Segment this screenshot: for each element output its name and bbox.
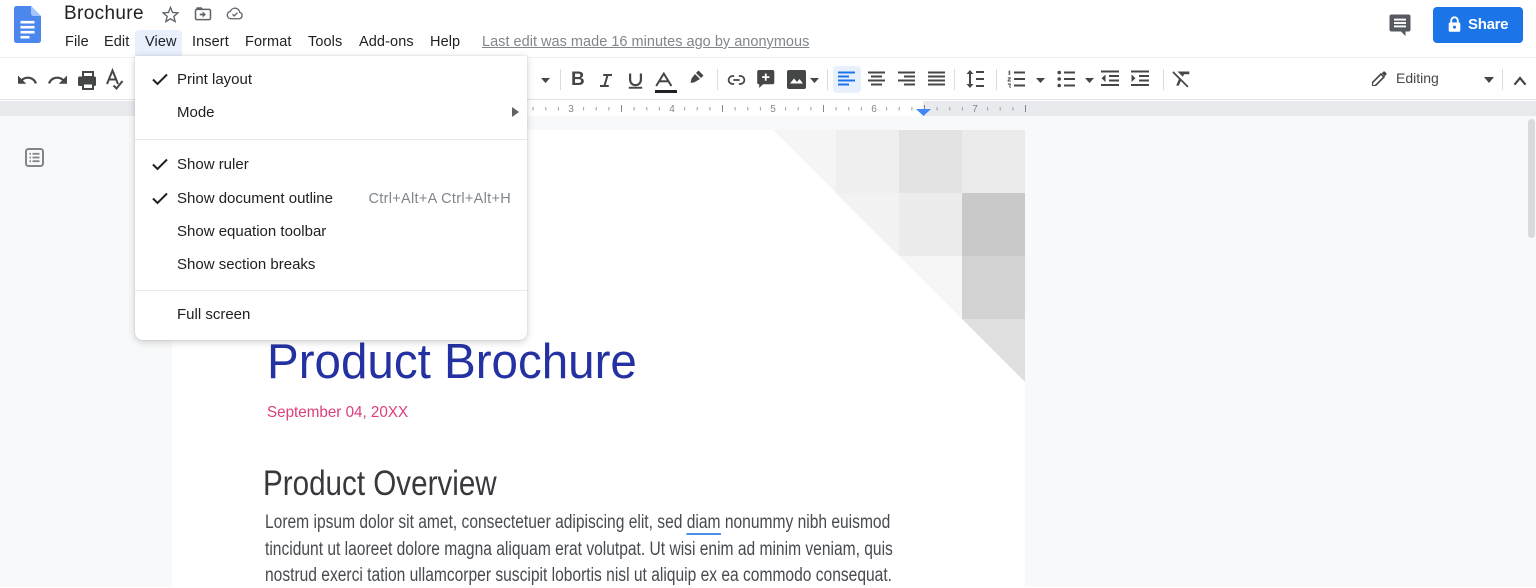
svg-text:6: 6 bbox=[871, 104, 877, 115]
svg-text:4: 4 bbox=[669, 104, 675, 115]
svg-text:7: 7 bbox=[972, 104, 978, 115]
svg-text:5: 5 bbox=[770, 104, 776, 115]
svg-text:3: 3 bbox=[568, 104, 574, 115]
